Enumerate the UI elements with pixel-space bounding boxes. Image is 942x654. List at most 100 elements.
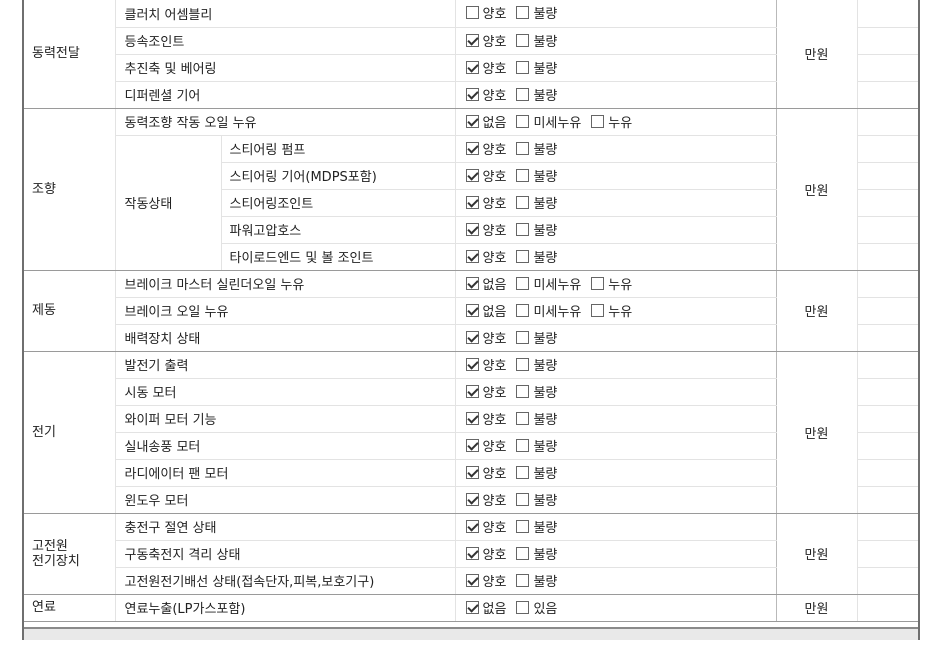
checkbox-checked[interactable] xyxy=(465,60,479,74)
checkbox-unchecked[interactable] xyxy=(516,168,530,182)
option-불량[interactable]: 불량 xyxy=(516,85,557,104)
option-누유[interactable]: 누유 xyxy=(591,274,632,293)
checkbox-unchecked[interactable] xyxy=(516,87,530,101)
option-불량[interactable]: 불량 xyxy=(516,58,557,77)
checkbox-unchecked[interactable] xyxy=(516,6,530,20)
option-양호[interactable]: 양호 xyxy=(465,31,506,50)
checkbox-checked[interactable] xyxy=(465,222,479,236)
option-불량[interactable]: 불량 xyxy=(516,220,557,239)
checkbox-checked[interactable] xyxy=(465,114,479,128)
checkbox-checked[interactable] xyxy=(465,492,479,506)
checkbox-unchecked[interactable] xyxy=(516,438,530,452)
checkbox-unchecked[interactable] xyxy=(516,60,530,74)
option-불량[interactable]: 불량 xyxy=(516,247,557,266)
option-양호[interactable]: 양호 xyxy=(465,139,506,158)
checkbox-checked[interactable] xyxy=(465,384,479,398)
option-양호[interactable]: 양호 xyxy=(465,463,506,482)
checkbox-checked[interactable] xyxy=(465,249,479,263)
checkbox-unchecked[interactable] xyxy=(516,330,530,344)
option-양호[interactable]: 양호 xyxy=(465,436,506,455)
checkbox-unchecked[interactable] xyxy=(516,492,530,506)
blank-cell xyxy=(857,0,919,28)
checkbox-unchecked[interactable] xyxy=(465,6,479,20)
option-양호[interactable]: 양호 xyxy=(465,166,506,185)
option-없음[interactable]: 없음 xyxy=(465,112,506,131)
checkbox-checked[interactable] xyxy=(465,276,479,290)
option-양호[interactable]: 양호 xyxy=(465,571,506,590)
option-미세누유[interactable]: 미세누유 xyxy=(516,301,581,320)
option-미세누유[interactable]: 미세누유 xyxy=(516,112,581,131)
option-양호[interactable]: 양호 xyxy=(465,517,506,536)
checkbox-checked[interactable] xyxy=(465,303,479,317)
checkbox-unchecked[interactable] xyxy=(516,276,530,290)
option-미세누유[interactable]: 미세누유 xyxy=(516,274,581,293)
checkbox-unchecked[interactable] xyxy=(516,33,530,47)
checkbox-checked[interactable] xyxy=(465,87,479,101)
option-없음[interactable]: 없음 xyxy=(465,598,506,617)
checkbox-unchecked[interactable] xyxy=(516,195,530,209)
checkbox-unchecked[interactable] xyxy=(516,546,530,560)
option-없음[interactable]: 없음 xyxy=(465,274,506,293)
option-불량[interactable]: 불량 xyxy=(516,571,557,590)
checkbox-unchecked[interactable] xyxy=(516,411,530,425)
checkbox-checked[interactable] xyxy=(465,168,479,182)
option-불량[interactable]: 불량 xyxy=(516,517,557,536)
option-양호[interactable]: 양호 xyxy=(465,3,506,22)
checkbox-unchecked[interactable] xyxy=(516,357,530,371)
option-불량[interactable]: 불량 xyxy=(516,355,557,374)
checkbox-checked[interactable] xyxy=(465,600,479,614)
checkbox-checked[interactable] xyxy=(465,411,479,425)
option-불량[interactable]: 불량 xyxy=(516,328,557,347)
checkbox-checked[interactable] xyxy=(465,438,479,452)
option-양호[interactable]: 양호 xyxy=(465,409,506,428)
checkbox-unchecked[interactable] xyxy=(516,249,530,263)
option-양호[interactable]: 양호 xyxy=(465,220,506,239)
option-불량[interactable]: 불량 xyxy=(516,31,557,50)
option-양호[interactable]: 양호 xyxy=(465,382,506,401)
option-불량[interactable]: 불량 xyxy=(516,139,557,158)
checkbox-unchecked[interactable] xyxy=(591,276,605,290)
checkbox-unchecked[interactable] xyxy=(516,303,530,317)
checkbox-checked[interactable] xyxy=(465,195,479,209)
checkbox-unchecked[interactable] xyxy=(516,384,530,398)
checkbox-checked[interactable] xyxy=(465,519,479,533)
checkbox-unchecked[interactable] xyxy=(516,114,530,128)
option-불량[interactable]: 불량 xyxy=(516,193,557,212)
checkbox-checked[interactable] xyxy=(465,141,479,155)
checkbox-unchecked[interactable] xyxy=(591,303,605,317)
checkbox-unchecked[interactable] xyxy=(516,573,530,587)
option-양호[interactable]: 양호 xyxy=(465,85,506,104)
option-누유[interactable]: 누유 xyxy=(591,301,632,320)
option-양호[interactable]: 양호 xyxy=(465,544,506,563)
checkbox-checked[interactable] xyxy=(465,330,479,344)
option-불량[interactable]: 불량 xyxy=(516,463,557,482)
option-양호[interactable]: 양호 xyxy=(465,247,506,266)
checkbox-unchecked[interactable] xyxy=(516,465,530,479)
option-불량[interactable]: 불량 xyxy=(516,544,557,563)
option-양호[interactable]: 양호 xyxy=(465,58,506,77)
checkbox-unchecked[interactable] xyxy=(516,600,530,614)
option-불량[interactable]: 불량 xyxy=(516,3,557,22)
checkbox-checked[interactable] xyxy=(465,33,479,47)
checkbox-checked[interactable] xyxy=(465,357,479,371)
checkbox-checked[interactable] xyxy=(465,573,479,587)
checkbox-unchecked[interactable] xyxy=(591,114,605,128)
option-있음[interactable]: 있음 xyxy=(516,598,557,617)
checkbox-group: 양호 불량 xyxy=(455,216,777,244)
option-불량[interactable]: 불량 xyxy=(516,409,557,428)
option-없음[interactable]: 없음 xyxy=(465,301,506,320)
checkbox-unchecked[interactable] xyxy=(516,222,530,236)
checkbox-unchecked[interactable] xyxy=(516,519,530,533)
option-불량[interactable]: 불량 xyxy=(516,382,557,401)
option-양호[interactable]: 양호 xyxy=(465,328,506,347)
option-불량[interactable]: 불량 xyxy=(516,166,557,185)
option-양호[interactable]: 양호 xyxy=(465,490,506,509)
option-양호[interactable]: 양호 xyxy=(465,193,506,212)
option-누유[interactable]: 누유 xyxy=(591,112,632,131)
option-양호[interactable]: 양호 xyxy=(465,355,506,374)
option-불량[interactable]: 불량 xyxy=(516,436,557,455)
checkbox-unchecked[interactable] xyxy=(516,141,530,155)
checkbox-checked[interactable] xyxy=(465,546,479,560)
checkbox-checked[interactable] xyxy=(465,465,479,479)
option-불량[interactable]: 불량 xyxy=(516,490,557,509)
